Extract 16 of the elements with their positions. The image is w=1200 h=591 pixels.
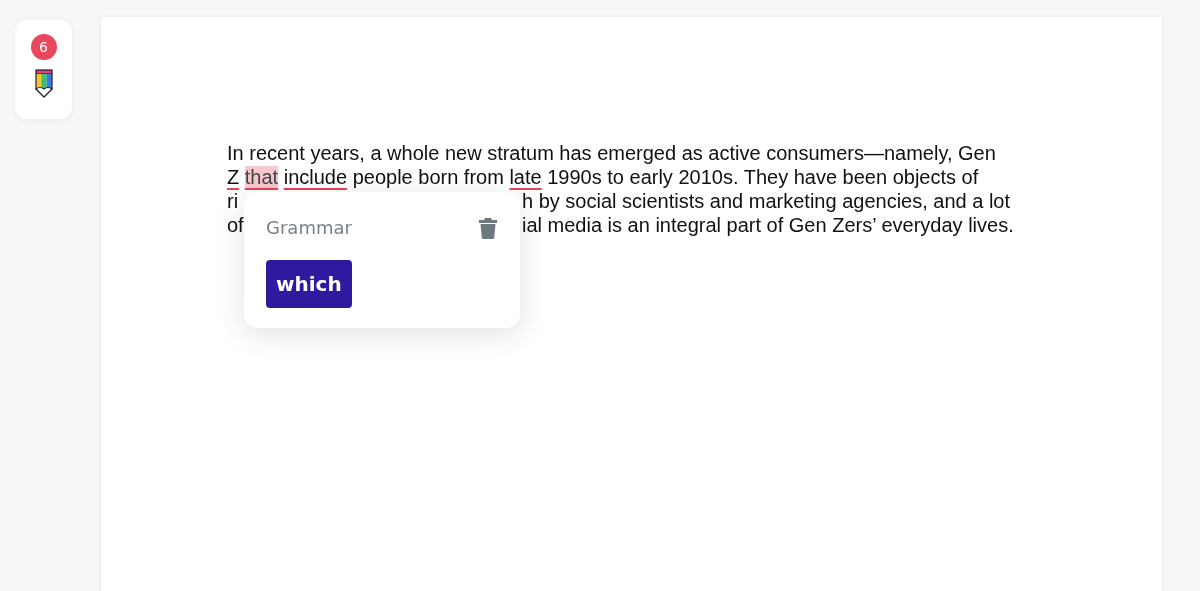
flagged-word[interactable]: late bbox=[509, 166, 542, 188]
paragraph-text: 1990s to early 2010s. They have been objects of bbox=[547, 166, 979, 188]
category-label: Grammar bbox=[266, 216, 352, 240]
pencil-icon[interactable] bbox=[34, 69, 53, 99]
issue-count-badge[interactable]: 6 bbox=[30, 34, 57, 60]
paragraph-text: ial media is an integral part of Gen Zers’ everyday lives. bbox=[522, 213, 1014, 237]
paragraph-text: In recent years, a whole new stratum has emerged as active consumers—namely, Gen bbox=[227, 142, 996, 164]
selected-flagged-word[interactable]: that bbox=[244, 166, 279, 188]
paragraph-text: people born from bbox=[352, 166, 504, 188]
paragraph-text: ri bbox=[227, 189, 239, 213]
paragraph-text: h by social scientists and marketing agencies, and a lot bbox=[522, 189, 1011, 213]
trash-icon[interactable] bbox=[478, 217, 498, 239]
paragraph-text: of bbox=[227, 213, 244, 237]
flagged-word[interactable]: include bbox=[283, 166, 348, 188]
suggestion-button[interactable]: which bbox=[266, 260, 352, 308]
flagged-word[interactable]: Z bbox=[227, 166, 240, 188]
